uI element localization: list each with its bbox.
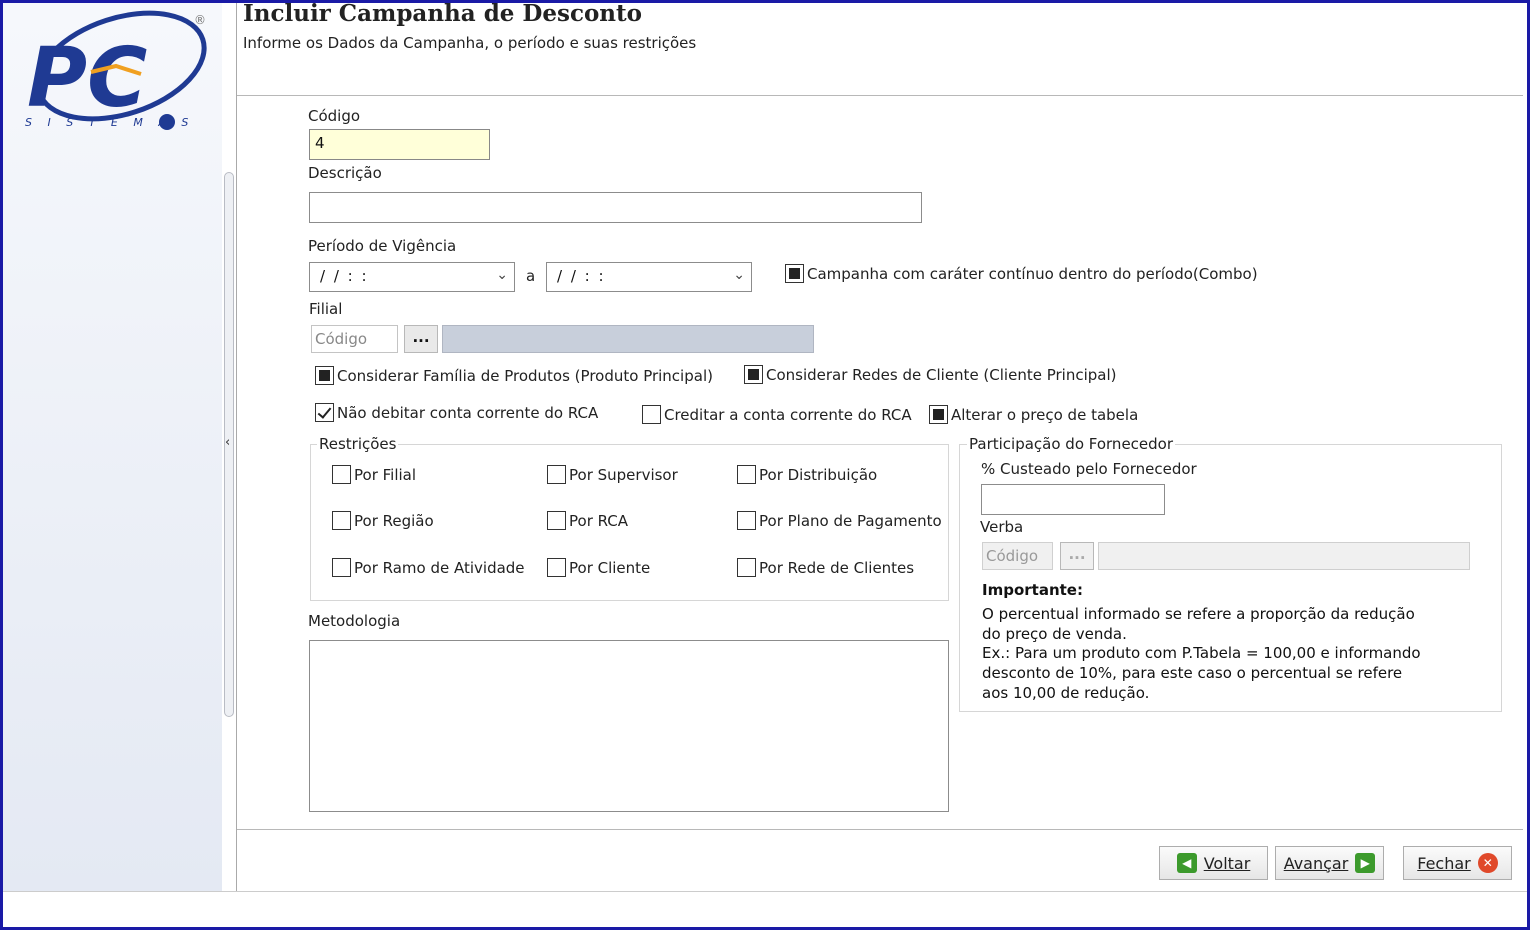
restricao-label: Por Ramo de Atividade: [354, 558, 525, 577]
restricao-checkbox[interactable]: Por Cliente: [547, 558, 650, 577]
importante-line: O percentual informado se refere a propo…: [982, 605, 1415, 623]
creditar-label: Creditar a conta corrente do RCA: [664, 405, 912, 424]
restricao-label: Por Distribuição: [759, 465, 878, 484]
nao-debitar-checkbox[interactable]: Não debitar conta corrente do RCA: [315, 403, 598, 422]
restricao-checkbox[interactable]: Por Ramo de Atividade: [332, 558, 525, 577]
continuo-label: Campanha com caráter contínuo dentro do …: [807, 264, 1258, 283]
restricao-checkbox[interactable]: Por Rede de Clientes: [737, 558, 914, 577]
restricao-checkbox[interactable]: Por Supervisor: [547, 465, 678, 484]
filial-label: Filial: [309, 300, 343, 318]
continuo-checkbox[interactable]: Campanha com caráter contínuo dentro do …: [785, 264, 1258, 283]
checkbox-box[interactable]: [332, 465, 351, 484]
checkbox-box[interactable]: [547, 511, 566, 530]
logo-text: PC: [27, 31, 147, 126]
pc-sistemas-logo: PC S I S T E M A S ®: [25, 10, 207, 130]
periodo-label: Período de Vigência: [308, 237, 457, 255]
fornecedor-title: Participação do Fornecedor: [967, 435, 1176, 453]
filial-name-display: [442, 325, 814, 353]
codigo-label: Código: [308, 107, 361, 125]
checkbox-box[interactable]: [315, 403, 334, 422]
codigo-input[interactable]: 4: [309, 129, 490, 160]
restricao-label: Por Supervisor: [569, 465, 678, 484]
fechar-button[interactable]: Fechar ✕: [1403, 846, 1512, 880]
creditar-checkbox[interactable]: Creditar a conta corrente do RCA: [642, 405, 912, 424]
chevron-down-icon: ⌄: [496, 267, 508, 283]
checkbox-box[interactable]: [785, 264, 804, 283]
periodo-fim-select[interactable]: / / : : ⌄: [546, 262, 752, 292]
checkbox-box[interactable]: [744, 365, 763, 384]
sidebar-divider: [236, 3, 237, 891]
periodo-fim-value: / / : :: [557, 267, 606, 285]
nao-debitar-label: Não debitar conta corrente do RCA: [337, 403, 599, 422]
metodologia-label: Metodologia: [308, 612, 401, 630]
checkbox-box[interactable]: [315, 366, 334, 385]
restricoes-title: Restrições: [317, 435, 399, 453]
importante-title: Importante:: [982, 581, 1083, 599]
checkbox-box[interactable]: [737, 465, 756, 484]
restricao-checkbox[interactable]: Por Filial: [332, 465, 416, 484]
collapse-arrow-icon[interactable]: ‹: [225, 435, 230, 450]
descricao-input[interactable]: [309, 192, 922, 223]
alterar-preco-label: Alterar o preço de tabela: [951, 405, 1139, 424]
page-title: Incluir Campanha de Desconto: [243, 0, 642, 27]
filial-search-button[interactable]: ...: [404, 325, 438, 353]
sidebar: PC S I S T E M A S ®: [3, 3, 222, 891]
metodologia-textarea[interactable]: [309, 640, 949, 812]
redes-label: Considerar Redes de Cliente (Cliente Pri…: [766, 365, 1117, 384]
registered-mark: ®: [194, 13, 206, 27]
header-divider: [237, 95, 1523, 96]
importante-text: O percentual informado se refere a propo…: [982, 605, 1421, 704]
restricao-label: Por RCA: [569, 511, 629, 530]
restricao-label: Por Plano de Pagamento: [759, 511, 942, 530]
familia-checkbox[interactable]: Considerar Família de Produtos (Produto …: [315, 366, 713, 385]
checkbox-box[interactable]: [332, 558, 351, 577]
descricao-label: Descrição: [308, 164, 382, 182]
checkbox-box[interactable]: [547, 558, 566, 577]
restricao-label: Por Filial: [354, 465, 417, 484]
arrow-right-icon: ▶: [1355, 853, 1376, 873]
importante-line: do preço de venda.: [982, 624, 1127, 643]
custeado-label: % Custeado pelo Fornecedor: [981, 460, 1197, 478]
custeado-input[interactable]: [981, 484, 1165, 515]
periodo-inicio-select[interactable]: / / : : ⌄: [309, 262, 515, 292]
restricao-label: Por Cliente: [569, 558, 651, 577]
checkbox-box[interactable]: [332, 511, 351, 530]
avancar-button[interactable]: Avançar ▶: [1275, 846, 1384, 880]
restricao-checkbox[interactable]: Por Distribuição: [737, 465, 877, 484]
restricao-checkbox[interactable]: Por Plano de Pagamento: [737, 511, 942, 530]
voltar-label: Voltar: [1203, 853, 1251, 873]
importante-line: Ex.: Para um produto com P.Tabela = 100,…: [982, 644, 1421, 663]
footer-divider: [237, 829, 1523, 830]
verba-name-display: [1098, 542, 1470, 570]
checkbox-box[interactable]: [737, 558, 756, 577]
alterar-preco-checkbox[interactable]: Alterar o preço de tabela: [929, 405, 1138, 424]
close-icon: ✕: [1477, 853, 1498, 873]
page-subtitle: Informe os Dados da Campanha, o período …: [243, 34, 697, 52]
voltar-button[interactable]: ◀ Voltar: [1159, 846, 1268, 880]
checkbox-box[interactable]: [642, 405, 661, 424]
verba-codigo-input[interactable]: Código: [982, 542, 1053, 570]
periodo-inicio-value: / / : :: [320, 267, 369, 285]
bottom-divider: [3, 891, 1527, 892]
importante-line: aos 10,00 de redução.: [982, 683, 1150, 702]
restricao-checkbox[interactable]: Por Região: [332, 511, 434, 530]
verba-label: Verba: [980, 518, 1024, 536]
restricao-label: Por Rede de Clientes: [759, 558, 915, 577]
restricao-checkbox[interactable]: Por RCA: [547, 511, 628, 530]
arrow-left-icon: ◀: [1176, 853, 1197, 873]
periodo-separator: a: [526, 267, 536, 285]
checkbox-box[interactable]: [547, 465, 566, 484]
filial-codigo-input[interactable]: Código: [311, 325, 398, 353]
chevron-down-icon: ⌄: [733, 267, 745, 283]
checkbox-box[interactable]: [929, 405, 948, 424]
importante-line: desconto de 10%, para este caso o percen…: [982, 664, 1403, 683]
checkbox-box[interactable]: [737, 511, 756, 530]
verba-search-button[interactable]: ...: [1060, 542, 1094, 570]
fechar-label: Fechar: [1417, 853, 1471, 873]
redes-checkbox[interactable]: Considerar Redes de Cliente (Cliente Pri…: [744, 365, 1116, 384]
familia-label: Considerar Família de Produtos (Produto …: [337, 366, 713, 385]
avancar-label: Avançar: [1283, 853, 1349, 873]
restricao-label: Por Região: [354, 511, 434, 530]
